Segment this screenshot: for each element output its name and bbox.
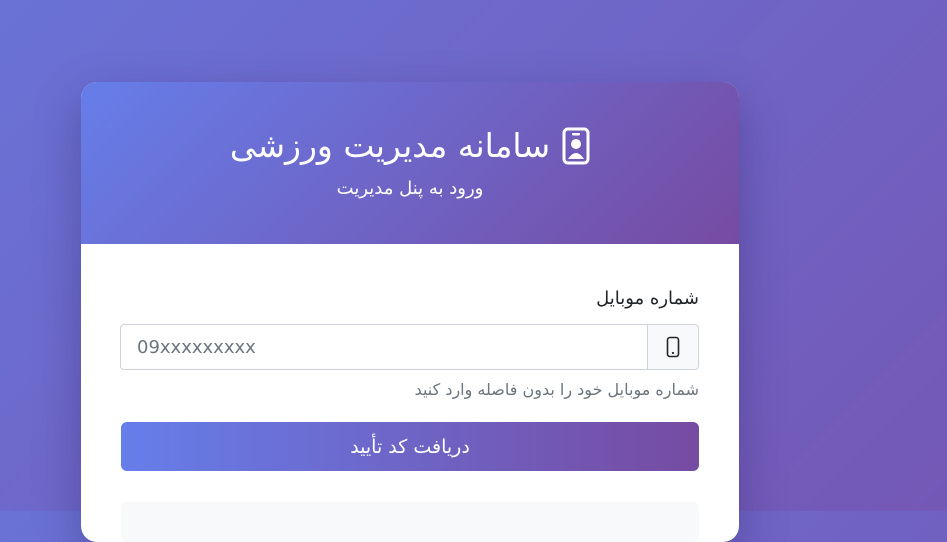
phone-icon — [648, 324, 699, 370]
page-title: سامانه مدیریت ورزشی — [229, 126, 551, 165]
title-row: سامانه مدیریت ورزشی — [81, 124, 739, 168]
mobile-label: شماره موبایل — [596, 288, 699, 309]
page-subtitle: ورود به پنل مدیریت — [336, 178, 484, 199]
get-code-button[interactable]: دریافت کد تأیید — [121, 422, 699, 471]
mobile-input[interactable] — [120, 324, 648, 370]
mobile-input-group — [120, 324, 699, 370]
mobile-help-text: شماره موبایل خود را بدون فاصله وارد کنید — [414, 380, 699, 399]
info-box — [121, 502, 699, 542]
card-header: سامانه مدیریت ورزشی ورود به پنل مدیریت — [81, 82, 739, 244]
person-badge-icon — [562, 127, 590, 165]
login-card: سامانه مدیریت ورزشی ورود به پنل مدیریت ش… — [81, 82, 739, 542]
